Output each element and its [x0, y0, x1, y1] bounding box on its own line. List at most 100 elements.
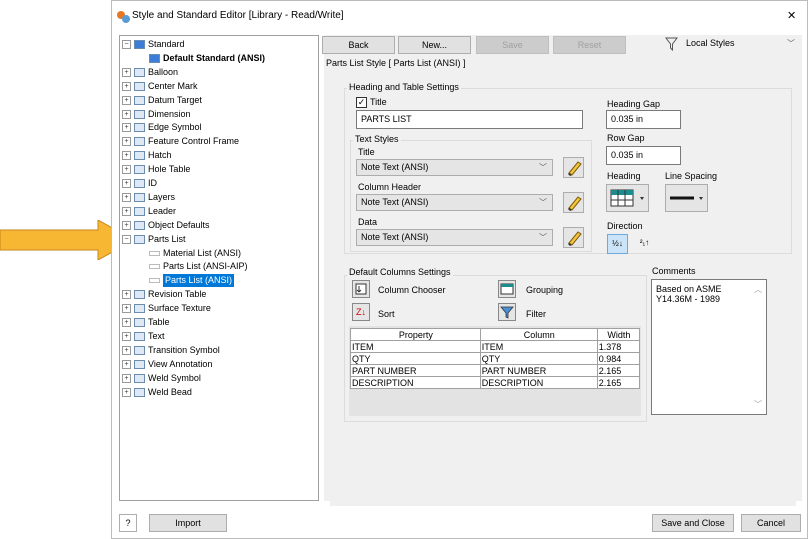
expand-icon[interactable]: +	[122, 81, 131, 91]
save-button[interactable]: Save	[476, 36, 549, 54]
expand-icon[interactable]: +	[122, 220, 131, 230]
table-row[interactable]: ITEM ITEM 1.378	[350, 340, 641, 353]
data-style-select[interactable]: Note Text (ANSI) ﹀	[356, 229, 553, 246]
heading-group-label: Heading and Table Settings	[347, 82, 461, 92]
expand-icon[interactable]: +	[122, 318, 131, 327]
tree-item-label: Hole Table	[148, 164, 191, 175]
sort-label[interactable]: Sort	[378, 309, 395, 319]
expand-icon[interactable]: +	[122, 192, 131, 202]
columns-table[interactable]: Property Column Width ITEM ITEM 1.378 QTY Q…	[350, 328, 641, 389]
id-icon	[134, 179, 145, 188]
table-row[interactable]: PART NUMBER PART NUMBER 2.165	[350, 364, 641, 377]
expand-icon[interactable]: +	[122, 373, 131, 383]
column-header-width[interactable]: Width	[596, 328, 641, 341]
column-header-property[interactable]: Property	[350, 328, 481, 341]
expand-icon[interactable]: +	[122, 359, 131, 369]
edit-title-style-icon[interactable]	[563, 157, 584, 178]
grouping-label[interactable]: Grouping	[526, 285, 563, 295]
tree-item-label: Weld Symbol	[148, 372, 201, 383]
table-cell[interactable]: 2.165	[596, 376, 641, 389]
table-row[interactable]: QTY QTY 0.984	[350, 352, 641, 365]
table-cell[interactable]: ITEM	[479, 340, 598, 353]
edit-data-style-icon[interactable]	[563, 227, 584, 248]
style-filter-select[interactable]: Local Styles ﹀	[681, 35, 801, 52]
expand-icon[interactable]: +	[122, 304, 131, 314]
cancel-button[interactable]: Cancel	[741, 514, 801, 532]
column-header-select[interactable]: Note Text (ANSI) ﹀	[356, 194, 553, 211]
column-chooser-label[interactable]: Column Chooser	[378, 285, 446, 295]
column-header-column[interactable]: Column	[479, 328, 598, 341]
balloon-icon	[134, 67, 145, 77]
table-cell[interactable]: DESCRIPTION	[350, 376, 481, 389]
table-row[interactable]: DESCRIPTION DESCRIPTION 2.165	[350, 376, 641, 389]
collapse-icon[interactable]: −	[122, 40, 131, 49]
expand-icon[interactable]: +	[122, 179, 131, 188]
scroll-down-icon[interactable]: ﹀	[754, 399, 762, 410]
collapse-icon[interactable]: −	[122, 234, 131, 244]
heading-position-button[interactable]	[606, 184, 649, 212]
line-spacing-button[interactable]	[665, 184, 708, 212]
tree-item-label: Surface Texture	[148, 303, 211, 314]
title-checkbox[interactable]: ✓	[356, 97, 367, 108]
table-cell[interactable]: 2.165	[596, 364, 641, 377]
table-cell[interactable]: QTY	[350, 352, 481, 365]
tree-item-label: Leader	[148, 205, 177, 216]
import-button[interactable]: Import	[149, 514, 227, 532]
expand-icon[interactable]: +	[122, 109, 131, 119]
expand-icon[interactable]: +	[122, 206, 131, 216]
edit-column-header-style-icon[interactable]	[563, 192, 584, 213]
fcf-icon	[134, 137, 145, 147]
table-cell[interactable]: ITEM	[350, 340, 481, 353]
close-icon[interactable]: ✕	[787, 9, 796, 22]
heading-gap-input[interactable]: 0.035 in	[606, 110, 681, 129]
title-style-value: Note Text (ANSI)	[361, 162, 429, 172]
row-gap-label: Row Gap	[607, 133, 645, 143]
expand-icon[interactable]: +	[122, 290, 131, 300]
save-and-close-button[interactable]: Save and Close	[652, 514, 734, 532]
tree-item-label: Layers	[148, 191, 176, 202]
comments-textarea[interactable]: Based on ASME Y14.36M - 1989 ︿ ﹀	[651, 279, 767, 415]
window-title: Style and Standard Editor [Library - Rea…	[132, 10, 344, 21]
expand-icon[interactable]: +	[122, 387, 131, 397]
weld-bead-icon	[134, 387, 145, 397]
reset-button[interactable]: Reset	[553, 36, 626, 54]
table-cell[interactable]: 0.984	[596, 352, 641, 365]
expand-icon[interactable]: +	[122, 345, 131, 355]
expand-icon[interactable]: +	[122, 95, 131, 105]
row-gap-input[interactable]: 0.035 in	[606, 146, 681, 165]
table-cell[interactable]: 1.378	[596, 340, 641, 353]
table-cell[interactable]: DESCRIPTION	[479, 376, 598, 389]
text-icon	[134, 331, 145, 341]
table-cell[interactable]: PART NUMBER	[350, 364, 481, 377]
tree-item-label: ID	[148, 178, 157, 188]
tree-item-label: Parts List	[148, 233, 186, 244]
filter-label[interactable]: Filter	[526, 309, 546, 319]
parts-list-icon	[134, 234, 145, 244]
layers-icon	[134, 192, 145, 202]
direction-up-button[interactable]: ²₁↑	[634, 234, 655, 254]
title-input[interactable]: PARTS LIST	[356, 110, 583, 129]
column-chooser-icon[interactable]	[352, 280, 370, 298]
grouping-icon[interactable]	[498, 280, 516, 298]
table-cell[interactable]: PART NUMBER	[479, 364, 598, 377]
tree-item-label: Standard	[148, 39, 185, 49]
expand-icon[interactable]: +	[122, 331, 131, 341]
direction-down-button[interactable]: ½↓	[607, 234, 628, 254]
table-cell[interactable]: QTY	[479, 352, 598, 365]
expand-icon[interactable]: +	[122, 123, 131, 133]
sort-icon[interactable]: Z↓	[352, 303, 370, 321]
expand-icon[interactable]: +	[122, 137, 131, 147]
back-button[interactable]: Back	[322, 36, 395, 54]
new-button[interactable]: New...	[398, 36, 471, 54]
filter-icon[interactable]	[498, 303, 516, 321]
expand-icon[interactable]: +	[122, 151, 131, 161]
tree-item-label: View Annotation	[148, 358, 213, 369]
heading-position-label: Heading	[607, 171, 641, 181]
chevron-down-icon: ﹀	[787, 39, 795, 48]
expand-icon[interactable]: +	[122, 67, 131, 77]
help-button[interactable]: ?	[119, 514, 137, 532]
expand-icon[interactable]: +	[122, 165, 131, 175]
tree-item-label: Transition Symbol	[148, 344, 220, 355]
title-style-select[interactable]: Note Text (ANSI) ﹀	[356, 159, 553, 176]
scroll-up-icon[interactable]: ︿	[754, 284, 762, 295]
